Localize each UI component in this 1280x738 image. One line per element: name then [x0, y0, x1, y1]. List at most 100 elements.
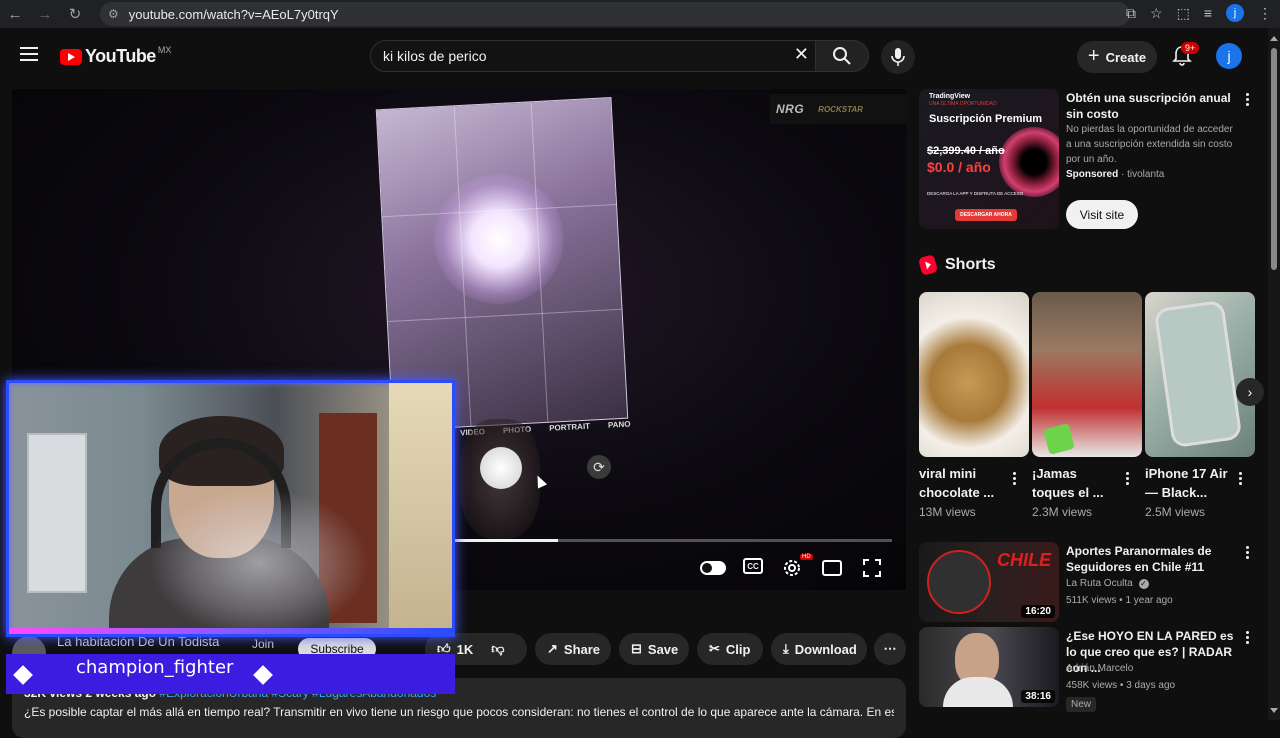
extensions-icon[interactable]: ⬚: [1177, 5, 1190, 22]
bookmark-star-icon[interactable]: ☆: [1150, 5, 1163, 22]
scroll-down-arrow-icon[interactable]: [1270, 708, 1278, 713]
nrg-logo: NRG: [776, 102, 805, 116]
progress-fill: [452, 539, 558, 542]
short-title[interactable]: iPhone 17 Air — Black...: [1145, 464, 1235, 502]
page-scrollbar[interactable]: [1268, 28, 1280, 720]
account-avatar[interactable]: j: [1216, 43, 1242, 69]
sponsor-logos: NRG ROCKSTAR: [770, 94, 906, 124]
short-more-icon[interactable]: [1238, 472, 1242, 485]
back-icon[interactable]: ←: [0, 6, 30, 23]
rockstar-logo: ROCKSTAR: [818, 104, 863, 114]
ad-thumbnail[interactable]: TradingView UNA ÚLTIMA OPORTUNIDAD Suscr…: [919, 89, 1059, 229]
ad-subtitle: UNA ÚLTIMA OPORTUNIDAD: [929, 101, 997, 107]
reading-list-icon[interactable]: ≡: [1204, 5, 1212, 21]
site-settings-icon[interactable]: ⚙: [108, 7, 119, 21]
url-text: youtube.com/watch?v=AEoL7y0trqY: [128, 6, 339, 22]
scroll-thumb[interactable]: [1271, 48, 1277, 270]
video-thumbnail[interactable]: CHILE 16:20: [919, 542, 1059, 622]
progress-bar[interactable]: [452, 539, 892, 542]
forward-icon[interactable]: →: [30, 6, 60, 23]
like-count: 1K: [456, 641, 474, 657]
streamer-webcam-overlay: [6, 380, 455, 637]
share-label: Share: [563, 641, 601, 657]
clip-button[interactable]: ✂ Clip: [697, 633, 763, 665]
ad-price-old: $2,399.40 / año: [927, 145, 1005, 157]
video-channel[interactable]: La Ruta Oculta ✓: [1066, 578, 1149, 589]
autoplay-toggle[interactable]: [700, 561, 726, 575]
ad-more-icon[interactable]: [1245, 93, 1249, 106]
youtube-logo[interactable]: YouTube MX: [60, 45, 171, 67]
camera-flip-icon: ⟳: [587, 455, 611, 479]
ad-cta-text: DESCARGA LA APP Y DISFRUTA DE ACCESO: [927, 191, 1024, 196]
advertiser-name: tivolanta: [1127, 169, 1165, 180]
save-button[interactable]: ⊟ Save: [619, 633, 689, 665]
short-title[interactable]: viral mini chocolate ...: [919, 464, 1009, 502]
share-icon: ↗: [547, 641, 558, 656]
reload-icon[interactable]: ↻: [60, 5, 90, 23]
short-views: 2.3M views: [1032, 505, 1093, 519]
create-button[interactable]: + Create: [1077, 41, 1157, 73]
new-badge: New: [1066, 697, 1097, 712]
create-label: Create: [1105, 49, 1147, 65]
search-button[interactable]: [815, 40, 869, 72]
streamer-figure: [109, 408, 369, 634]
shorts-heading: Shorts: [917, 254, 996, 276]
clip-label: Clip: [725, 641, 751, 657]
join-button[interactable]: Join: [252, 637, 274, 651]
search-input[interactable]: ki kilos de perico ✕: [370, 40, 816, 72]
voice-search-button[interactable]: [881, 40, 915, 74]
microphone-icon: [891, 48, 905, 66]
menu-icon[interactable]: [20, 47, 38, 61]
visit-site-button[interactable]: Visit site: [1066, 200, 1138, 229]
short-title[interactable]: ¡Jamas toques el ...: [1032, 464, 1122, 502]
hd-badge: HD: [800, 554, 813, 560]
camera-shutter-icon: [480, 447, 522, 489]
shorts-logo-icon: [917, 254, 939, 276]
video-channel-name[interactable]: Adrián Marcelo: [1066, 663, 1133, 674]
bookmark-icon: ⊟: [631, 641, 642, 656]
short-views: 2.5M views: [1145, 505, 1206, 519]
video-duration: 38:16: [1021, 690, 1055, 703]
share-button[interactable]: ↗ Share: [535, 633, 611, 665]
scissors-icon: ✂: [709, 641, 720, 656]
shorts-title: Shorts: [945, 256, 996, 273]
scroll-up-arrow-icon[interactable]: [1270, 36, 1278, 41]
shorts-next-arrow-icon[interactable]: ›: [1236, 378, 1264, 406]
camera-mode: PANO: [607, 419, 631, 430]
browser-profile-avatar[interactable]: j: [1226, 4, 1244, 22]
captions-button[interactable]: CC: [743, 558, 763, 574]
video-more-icon[interactable]: [1245, 631, 1249, 644]
verified-check-icon: ✓: [1138, 579, 1149, 589]
video-more-icon[interactable]: [1245, 546, 1249, 559]
fullscreen-icon[interactable]: [859, 555, 885, 581]
short-thumbnail[interactable]: [1032, 292, 1142, 457]
sponsored-label: Sponsored: [1066, 169, 1119, 180]
short-thumbnail[interactable]: [1145, 292, 1255, 457]
thumbs-down-icon: 👎︎: [491, 641, 505, 656]
short-thumbnail[interactable]: [919, 292, 1029, 457]
youtube-header: YouTube MX ki kilos de perico ✕ + Create…: [0, 28, 1268, 84]
short-more-icon[interactable]: [1012, 472, 1016, 485]
short-views: 13M views: [919, 505, 976, 519]
youtube-play-icon: [60, 48, 82, 65]
video-duration: 16:20: [1021, 605, 1055, 618]
dislike-button[interactable]: 👎︎: [491, 641, 504, 657]
video-channel-name: La Ruta Oculta: [1066, 578, 1133, 589]
install-app-icon[interactable]: ⧉: [1126, 5, 1136, 22]
video-title[interactable]: Aportes Paranormales de Seguidores en Ch…: [1066, 543, 1238, 575]
notification-badge: 9+: [1181, 42, 1200, 54]
save-label: Save: [647, 641, 679, 657]
theater-mode-icon[interactable]: [819, 555, 845, 581]
video-meta: 511K views • 1 year ago: [1066, 595, 1173, 606]
video-thumbnail[interactable]: 38:16: [919, 627, 1059, 707]
ad-price-new: $0.0 / año: [927, 159, 991, 175]
short-more-icon[interactable]: [1125, 472, 1129, 485]
clear-search-icon[interactable]: ✕: [794, 44, 809, 65]
more-actions-button[interactable]: ⋯: [874, 633, 906, 665]
ad-heading[interactable]: Obtén una suscripción anual sin costo: [1066, 90, 1238, 122]
browser-menu-icon[interactable]: ⋮: [1258, 5, 1272, 22]
description-text: ¿Es posible captar el más allá en tiempo…: [24, 705, 894, 719]
address-bar[interactable]: ⚙ youtube.com/watch?v=AEoL7y0trqY: [100, 2, 1130, 26]
download-button[interactable]: ⤓ Download: [771, 633, 867, 665]
green-sticker-icon: [1043, 423, 1075, 455]
